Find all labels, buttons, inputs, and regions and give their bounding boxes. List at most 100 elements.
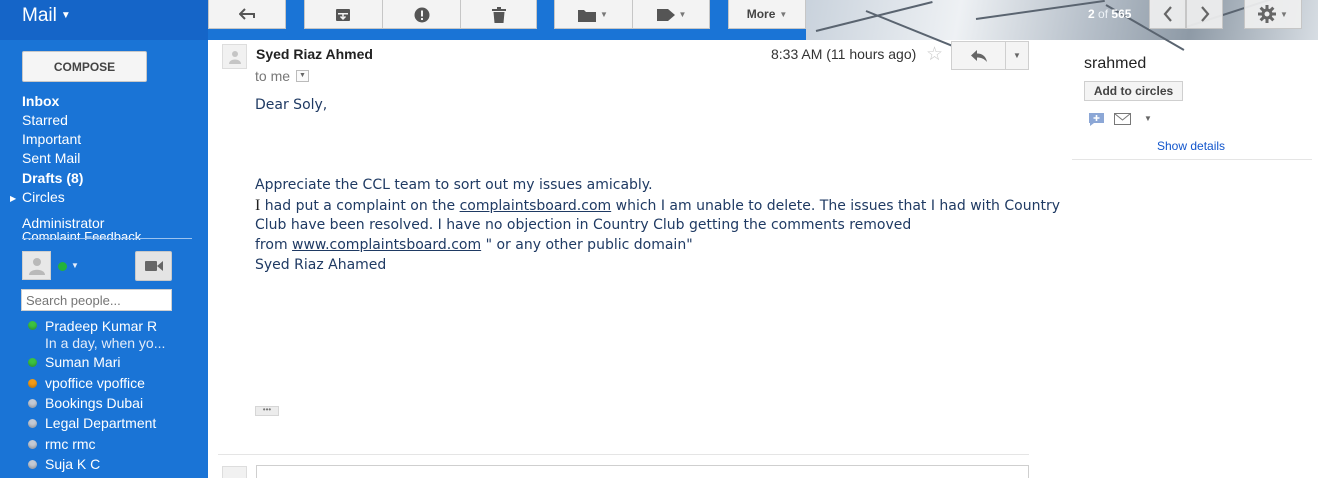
message-time: 8:33 AM (11 hours ago) bbox=[771, 46, 917, 62]
online-status-icon bbox=[28, 358, 37, 367]
show-details-link[interactable]: Show details bbox=[1157, 139, 1225, 153]
add-to-circles-button[interactable]: Add to circles bbox=[1084, 81, 1183, 101]
away-status-icon bbox=[28, 379, 37, 388]
recipient-label: to me bbox=[255, 68, 291, 84]
older-button[interactable] bbox=[1186, 0, 1223, 29]
sidebar-item-inbox[interactable]: Inbox bbox=[22, 93, 59, 109]
pager-total: 565 bbox=[1111, 7, 1132, 21]
archive-icon bbox=[336, 8, 350, 21]
reply-icon bbox=[970, 49, 987, 62]
chevron-left-icon bbox=[1163, 6, 1172, 22]
delete-icon bbox=[492, 6, 506, 23]
message-line: I had put a complaint on the complaintsb… bbox=[255, 197, 1060, 215]
chevron-down-icon: ▼ bbox=[600, 10, 608, 19]
pager-current: 2 bbox=[1088, 7, 1095, 21]
chat-contact-name[interactable]: Pradeep Kumar R bbox=[45, 318, 157, 334]
report-spam-icon bbox=[414, 7, 429, 22]
show-trimmed-content-button[interactable]: ••• bbox=[255, 406, 279, 416]
sidebar: Mail ▼ COMPOSE Inbox Starred Important Se… bbox=[0, 0, 208, 478]
chevron-down-icon: ▼ bbox=[678, 10, 687, 19]
sidebar-item-circles[interactable]: Circles bbox=[22, 189, 65, 205]
star-icon[interactable]: ☆ bbox=[926, 43, 943, 66]
pager-of: of bbox=[1098, 7, 1109, 21]
reply-input[interactable] bbox=[256, 465, 1029, 478]
chevron-down-icon[interactable]: ▼ bbox=[71, 261, 79, 270]
message-text: had put a complaint on the bbox=[260, 198, 460, 214]
divider bbox=[218, 454, 1029, 455]
gear-icon bbox=[1258, 5, 1277, 23]
message-line: Club have been resolved. I have no objec… bbox=[255, 217, 912, 233]
folder-icon bbox=[578, 9, 597, 22]
chat-contact-name[interactable]: Suja K C bbox=[45, 456, 100, 472]
chevron-down-icon[interactable]: ▼ bbox=[1144, 114, 1152, 123]
search-people-input[interactable] bbox=[21, 289, 172, 311]
more-options-button[interactable]: ▼ bbox=[1005, 41, 1029, 70]
message-text: from bbox=[255, 237, 293, 253]
sidebar-item-important[interactable]: Important bbox=[22, 131, 81, 147]
sidebar-item-starred[interactable]: Starred bbox=[22, 112, 68, 128]
online-status-icon bbox=[28, 321, 37, 330]
delete-button[interactable] bbox=[461, 0, 537, 29]
message-signature: Syed Riaz Ahamed bbox=[255, 257, 387, 273]
expand-triangle-icon[interactable]: ▶ bbox=[10, 194, 16, 203]
report-spam-button[interactable] bbox=[383, 0, 460, 29]
mail-label: Mail bbox=[22, 5, 57, 26]
sender-name[interactable]: Syed Riaz Ahmed bbox=[256, 46, 373, 62]
label-icon bbox=[656, 8, 675, 21]
chevron-down-icon: ▼ bbox=[1280, 9, 1288, 19]
envelope-icon[interactable] bbox=[1114, 113, 1131, 125]
video-camera-icon bbox=[144, 261, 163, 271]
offline-status-icon bbox=[28, 440, 37, 449]
offline-status-icon bbox=[28, 460, 37, 469]
sidebar-divider bbox=[22, 238, 192, 239]
message-text: which I am unable to delete. The issues … bbox=[611, 198, 1060, 214]
sender-avatar[interactable] bbox=[222, 44, 247, 69]
chevron-down-icon: ▼ bbox=[1013, 51, 1021, 60]
more-button[interactable]: More ▼ bbox=[728, 0, 806, 29]
sidebar-item-sent-mail[interactable]: Sent Mail bbox=[22, 150, 80, 166]
chat-avatar[interactable] bbox=[22, 251, 51, 280]
message-text: " or any other public domain" bbox=[481, 237, 693, 253]
sidebar-item-administrator[interactable]: Administrator bbox=[22, 215, 104, 231]
newer-button[interactable] bbox=[1149, 0, 1186, 29]
person-icon bbox=[229, 51, 241, 64]
sidebar-item-drafts[interactable]: Drafts (8) bbox=[22, 170, 83, 186]
chat-contact-message[interactable]: In a day, when yo... bbox=[45, 335, 165, 351]
my-avatar bbox=[222, 466, 247, 478]
complaintsboard-www-link[interactable]: www.complaintsboard.com bbox=[292, 237, 481, 253]
video-call-button[interactable] bbox=[135, 251, 172, 281]
contact-name: srahmed bbox=[1084, 55, 1147, 72]
labels-button[interactable]: ▼ bbox=[633, 0, 710, 29]
chat-status-icon[interactable] bbox=[58, 262, 67, 271]
chat-contact-name[interactable]: Bookings Dubai bbox=[45, 395, 143, 411]
message-greeting: Dear Soly, bbox=[255, 97, 328, 113]
back-arrow-icon bbox=[239, 8, 255, 20]
mail-app-switcher[interactable]: Mail ▼ bbox=[22, 5, 71, 27]
toolbar: ▼ ▼ More ▼ 2 of 565 ▼ bbox=[208, 0, 1318, 54]
chevron-right-icon bbox=[1200, 6, 1209, 22]
reply-button[interactable] bbox=[951, 41, 1006, 70]
chat-contact-name[interactable]: rmc rmc bbox=[45, 436, 96, 452]
person-icon bbox=[29, 258, 45, 275]
show-details-dropdown-icon[interactable]: ▼ bbox=[296, 70, 309, 82]
compose-button[interactable]: COMPOSE bbox=[22, 51, 147, 82]
offline-status-icon bbox=[28, 399, 37, 408]
chat-bubble-icon[interactable] bbox=[1088, 112, 1105, 127]
chat-contact-name[interactable]: Suman Mari bbox=[45, 354, 120, 370]
chat-contact-name[interactable]: Legal Department bbox=[45, 415, 156, 431]
theme-background-image bbox=[806, 0, 1318, 54]
move-to-button[interactable]: ▼ bbox=[554, 0, 632, 29]
pagination-count: 2 of 565 bbox=[1088, 7, 1131, 21]
offline-status-icon bbox=[28, 419, 37, 428]
archive-button[interactable] bbox=[304, 0, 382, 29]
chat-contact-name[interactable]: vpoffice vpoffice bbox=[45, 375, 145, 391]
chevron-down-icon: ▼ bbox=[60, 10, 71, 22]
message-line: from www.complaintsboard.com " or any ot… bbox=[255, 237, 693, 253]
more-label: More bbox=[746, 7, 776, 21]
chevron-down-icon: ▼ bbox=[779, 9, 788, 19]
settings-button[interactable]: ▼ bbox=[1244, 0, 1302, 29]
complaintsboard-link[interactable]: complaintsboard.com bbox=[460, 198, 612, 214]
back-to-inbox-button[interactable] bbox=[208, 0, 286, 29]
message-line: Appreciate the CCL team to sort out my i… bbox=[255, 177, 653, 193]
divider bbox=[1072, 159, 1312, 160]
